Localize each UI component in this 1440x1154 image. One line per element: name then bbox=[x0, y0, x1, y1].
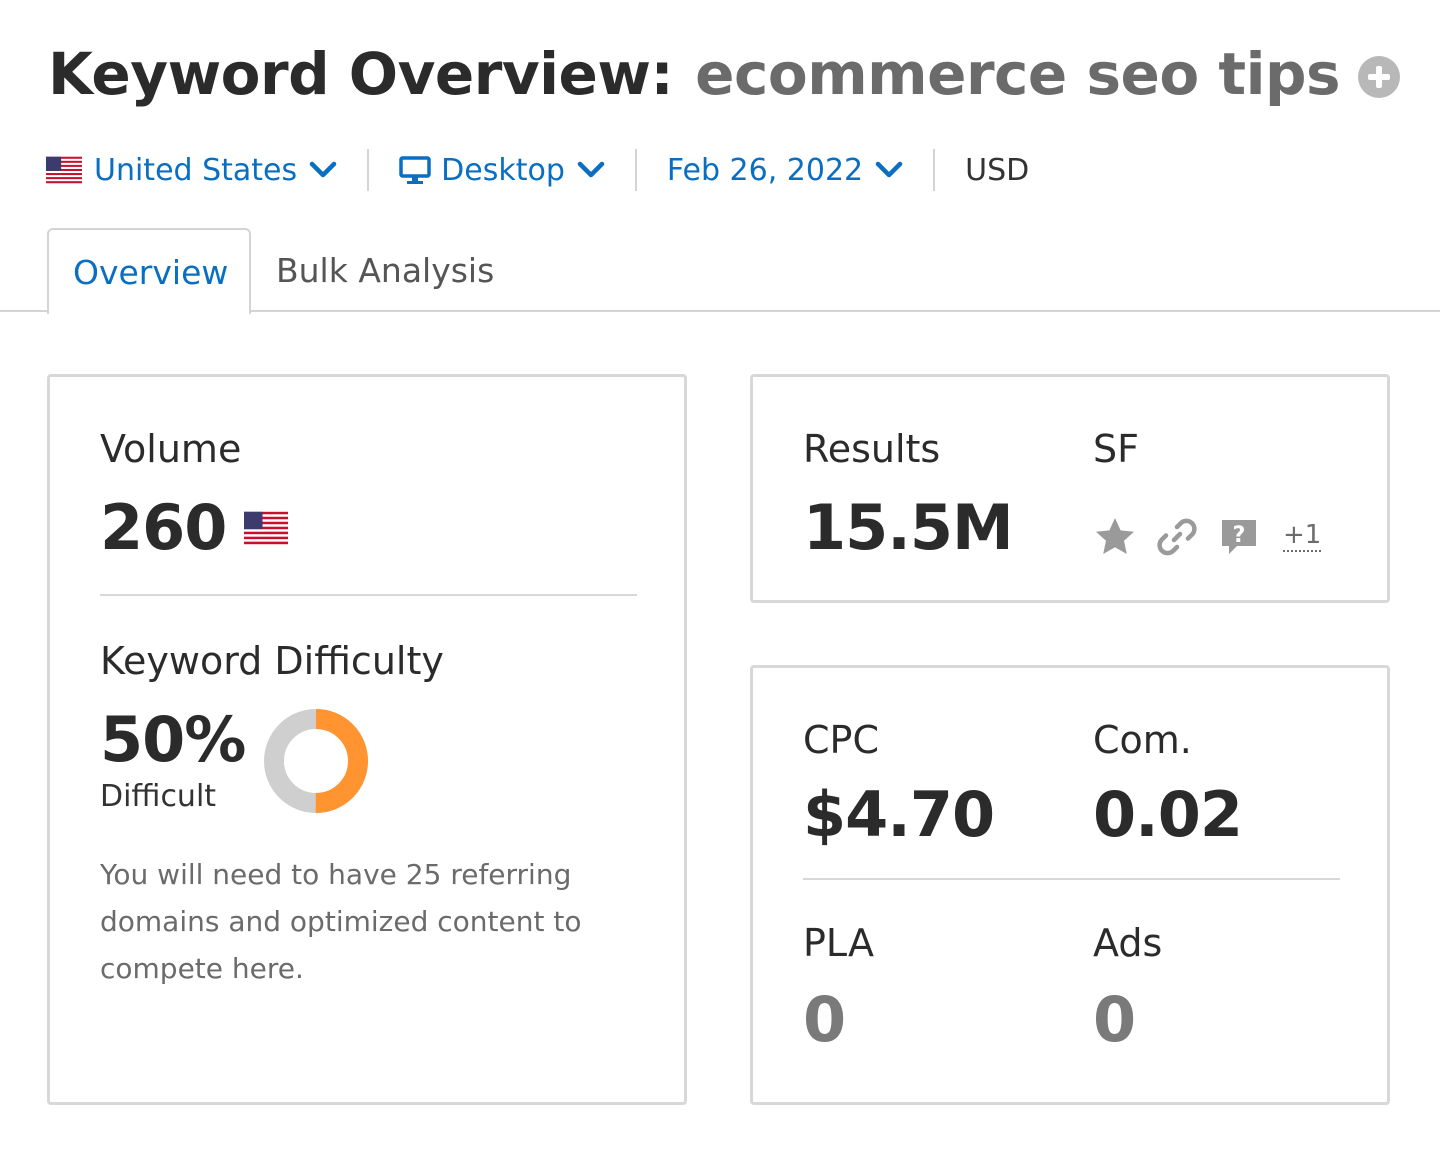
keyword-title: ecommerce seo tips bbox=[695, 40, 1341, 108]
device-selector[interactable]: Desktop bbox=[399, 153, 605, 188]
country-selector[interactable]: United States bbox=[46, 153, 337, 188]
card-divider bbox=[803, 878, 1340, 880]
cpc-label: CPC bbox=[803, 718, 879, 762]
filter-separator bbox=[367, 149, 370, 191]
results-label: Results bbox=[803, 427, 941, 471]
chevron-down-icon bbox=[577, 161, 605, 178]
page-header: Keyword Overview: ecommerce seo tips bbox=[48, 40, 1401, 108]
us-flag-icon bbox=[46, 156, 82, 184]
kd-value: 50% bbox=[100, 703, 246, 776]
serp-features: ? +1 bbox=[1093, 515, 1322, 559]
kd-label: Keyword Difficulty bbox=[100, 639, 444, 683]
tab-bar: Overview Bulk Analysis bbox=[0, 228, 1440, 314]
volume-value-row: 260 bbox=[100, 491, 289, 564]
com-value: 0.02 bbox=[1093, 778, 1243, 851]
chevron-down-icon bbox=[309, 161, 337, 178]
currency-label: USD bbox=[965, 152, 1030, 188]
svg-text:?: ? bbox=[1233, 523, 1246, 548]
chevron-down-icon bbox=[875, 161, 903, 178]
sf-label: SF bbox=[1093, 427, 1139, 471]
add-keyword-icon[interactable] bbox=[1358, 56, 1401, 98]
kd-level: Difficult bbox=[100, 779, 217, 814]
results-value: 15.5M bbox=[803, 491, 1014, 564]
pla-label: PLA bbox=[803, 921, 874, 965]
cpc-card: CPC $4.70 Com. 0.02 PLA 0 Ads 0 bbox=[750, 665, 1390, 1105]
filters-bar: United States Desktop Feb 26, 2022 USD bbox=[46, 146, 1029, 194]
question-icon[interactable]: ? bbox=[1217, 515, 1261, 559]
pla-value: 0 bbox=[803, 983, 846, 1056]
volume-kd-card: Volume 260 Keyword Difficulty 50% Diffic… bbox=[47, 374, 687, 1105]
ads-value: 0 bbox=[1093, 983, 1136, 1056]
kd-donut-chart bbox=[264, 709, 368, 813]
us-flag-icon bbox=[244, 511, 289, 544]
volume-label: Volume bbox=[100, 427, 242, 471]
desktop-icon bbox=[399, 156, 431, 184]
card-divider bbox=[100, 594, 637, 596]
date-label: Feb 26, 2022 bbox=[666, 152, 864, 188]
page-title: Keyword Overview: bbox=[48, 40, 674, 108]
star-icon[interactable] bbox=[1093, 515, 1137, 559]
tab-overview[interactable]: Overview bbox=[47, 228, 251, 314]
country-label: United States bbox=[94, 152, 298, 188]
tab-bulk-analysis[interactable]: Bulk Analysis bbox=[252, 228, 518, 312]
volume-value: 260 bbox=[100, 491, 227, 564]
device-label: Desktop bbox=[441, 152, 565, 188]
filter-separator bbox=[933, 149, 936, 191]
sf-more-link[interactable]: +1 bbox=[1283, 522, 1322, 552]
link-icon[interactable] bbox=[1155, 515, 1199, 559]
cpc-value: $4.70 bbox=[803, 778, 995, 851]
kd-description: You will need to have 25 referring domai… bbox=[100, 858, 582, 985]
com-label: Com. bbox=[1093, 718, 1192, 762]
date-selector[interactable]: Feb 26, 2022 bbox=[667, 153, 903, 188]
filter-separator bbox=[634, 149, 637, 191]
results-card: Results 15.5M SF ? +1 bbox=[750, 374, 1390, 603]
ads-label: Ads bbox=[1093, 921, 1163, 965]
